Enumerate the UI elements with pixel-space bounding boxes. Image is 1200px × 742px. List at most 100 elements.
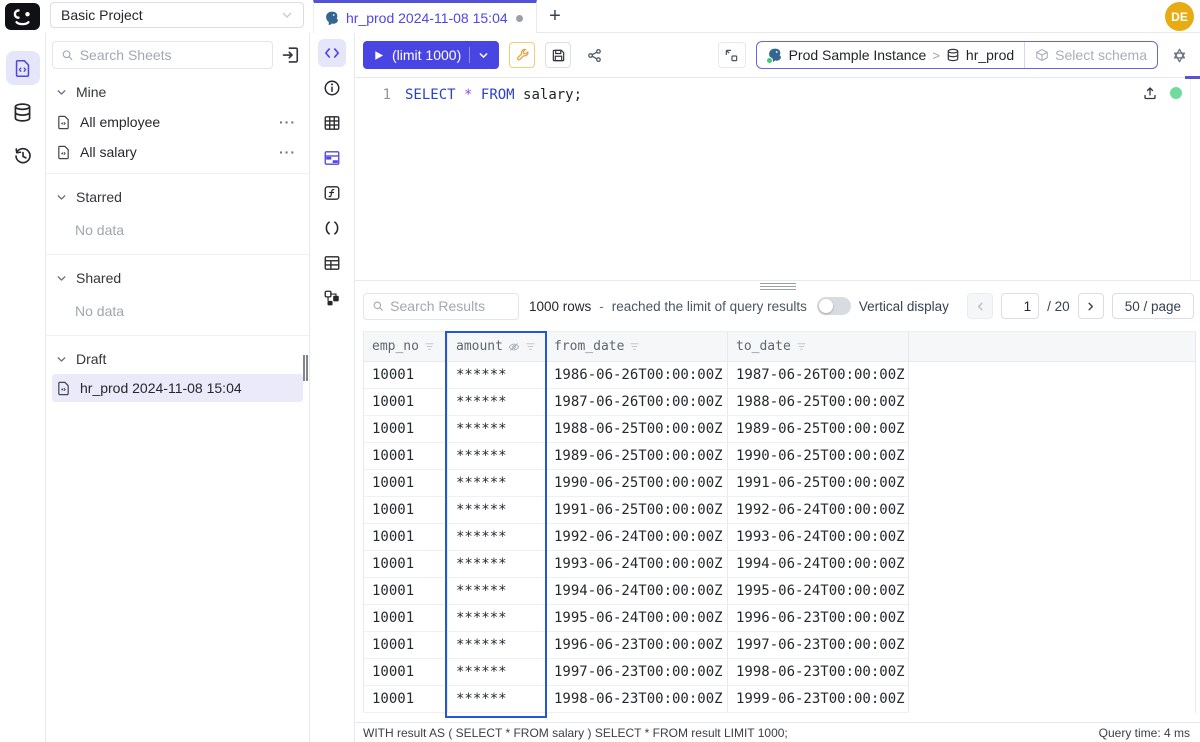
cell-amount[interactable]: ****** <box>448 389 546 416</box>
user-avatar[interactable]: DE <box>1165 2 1194 31</box>
cell-amount[interactable]: ****** <box>448 362 546 389</box>
cell-to_date[interactable]: 1996-06-23T00:00:00Z <box>728 605 909 632</box>
cell-emp_no[interactable]: 10001 <box>364 578 448 605</box>
cell-to_date[interactable]: 1995-06-24T00:00:00Z <box>728 578 909 605</box>
rail-worksheets-button[interactable] <box>6 51 40 85</box>
search-sheets-input-box[interactable] <box>52 41 273 69</box>
strip-schema-diagram-button[interactable] <box>318 284 346 312</box>
sql-editor[interactable]: 1 SELECT * FROM salary; <box>355 78 1200 281</box>
cell-amount[interactable]: ****** <box>448 524 546 551</box>
sheet-item-more-button[interactable]: ··· <box>279 144 296 160</box>
page-number-input[interactable] <box>1001 293 1039 319</box>
cell-from_date[interactable]: 1990-06-25T00:00:00Z <box>546 470 728 497</box>
search-results-input[interactable] <box>390 298 510 314</box>
column-header-from_date[interactable]: from_date <box>546 332 728 362</box>
column-header-emp_no[interactable]: emp_no <box>364 332 448 362</box>
project-select[interactable]: Basic Project <box>50 2 304 28</box>
cell-emp_no[interactable]: 10001 <box>364 632 448 659</box>
sheet-item-more-button[interactable]: ··· <box>279 114 296 130</box>
sort-funnel-icon[interactable] <box>424 341 435 352</box>
cell-emp_no[interactable]: 10001 <box>364 416 448 443</box>
cell-to_date[interactable]: 1987-06-26T00:00:00Z <box>728 362 909 389</box>
sort-funnel-icon[interactable] <box>525 341 536 352</box>
cell-from_date[interactable]: 1989-06-25T00:00:00Z <box>546 443 728 470</box>
cell-to_date[interactable]: 1988-06-25T00:00:00Z <box>728 389 909 416</box>
cell-amount[interactable]: ****** <box>448 497 546 524</box>
column-header-amount[interactable]: amount <box>448 332 546 362</box>
sort-funnel-icon[interactable] <box>796 341 807 352</box>
schema-compare-button[interactable] <box>718 42 746 68</box>
search-sheets-input[interactable] <box>80 47 264 63</box>
sheet-item-all-employee[interactable]: All employee ··· <box>46 107 309 137</box>
connection-select[interactable]: Prod Sample Instance > hr_prod <box>757 47 1025 63</box>
select-schema-dropdown[interactable]: Select schema <box>1024 42 1157 68</box>
cell-emp_no[interactable]: 10001 <box>364 659 448 686</box>
rail-databases-button[interactable] <box>6 95 40 129</box>
cell-to_date[interactable]: 1994-06-24T00:00:00Z <box>728 551 909 578</box>
cell-emp_no[interactable]: 10001 <box>364 524 448 551</box>
sheet-item-draft-current[interactable]: hr_prod 2024-11-08 15:04 <box>52 374 303 402</box>
cell-emp_no[interactable]: 10001 <box>364 605 448 632</box>
strip-sheets-button[interactable] <box>318 249 346 277</box>
cell-amount[interactable]: ****** <box>448 470 546 497</box>
panel-resize-handle[interactable] <box>303 355 309 381</box>
cell-amount[interactable]: ****** <box>448 416 546 443</box>
cell-amount[interactable]: ****** <box>448 578 546 605</box>
cell-emp_no[interactable]: 10001 <box>364 389 448 416</box>
cell-amount[interactable]: ****** <box>448 659 546 686</box>
cell-from_date[interactable]: 1994-06-24T00:00:00Z <box>546 578 728 605</box>
cell-amount[interactable]: ****** <box>448 686 546 713</box>
section-draft[interactable]: Draft <box>46 342 309 374</box>
cell-emp_no[interactable]: 10001 <box>364 551 448 578</box>
save-sheet-button[interactable] <box>545 42 571 68</box>
column-header-to_date[interactable]: to_date <box>728 332 909 362</box>
section-starred[interactable]: Starred <box>46 180 309 212</box>
strip-code-button[interactable] <box>318 39 346 67</box>
vertical-display-toggle[interactable] <box>817 297 851 315</box>
cell-from_date[interactable]: 1988-06-25T00:00:00Z <box>546 416 728 443</box>
cell-to_date[interactable]: 1990-06-25T00:00:00Z <box>728 443 909 470</box>
cell-to_date[interactable]: 1998-06-23T00:00:00Z <box>728 659 909 686</box>
sheet-item-all-salary[interactable]: All salary ··· <box>46 137 309 167</box>
cell-from_date[interactable]: 1997-06-23T00:00:00Z <box>546 659 728 686</box>
cell-amount[interactable]: ****** <box>448 632 546 659</box>
cell-emp_no[interactable]: 10001 <box>364 686 448 713</box>
cell-from_date[interactable]: 1996-06-23T00:00:00Z <box>546 632 728 659</box>
tab-worksheet[interactable]: hr_prod 2024-11-08 15:04 <box>313 0 537 33</box>
cell-from_date[interactable]: 1992-06-24T00:00:00Z <box>546 524 728 551</box>
section-shared[interactable]: Shared <box>46 261 309 293</box>
cell-amount[interactable]: ****** <box>448 551 546 578</box>
cell-emp_no[interactable]: 10001 <box>364 470 448 497</box>
strip-functions-button[interactable] <box>318 179 346 207</box>
new-tab-button[interactable]: + <box>537 0 573 32</box>
cell-from_date[interactable]: 1987-06-26T00:00:00Z <box>546 389 728 416</box>
cell-amount[interactable]: ****** <box>448 443 546 470</box>
share-sheet-button[interactable] <box>581 42 607 68</box>
cell-from_date[interactable]: 1993-06-24T00:00:00Z <box>546 551 728 578</box>
format-sql-button[interactable] <box>509 42 535 68</box>
sort-funnel-icon[interactable] <box>629 341 640 352</box>
search-results-input-box[interactable] <box>363 293 519 320</box>
section-mine[interactable]: Mine <box>46 75 309 107</box>
run-query-button[interactable]: (limit 1000) <box>363 41 499 69</box>
cell-to_date[interactable]: 1999-06-23T00:00:00Z <box>728 686 909 713</box>
strip-info-button[interactable] <box>318 74 346 102</box>
cell-to_date[interactable]: 1997-06-23T00:00:00Z <box>728 632 909 659</box>
strip-data-masking-button[interactable] <box>318 144 346 172</box>
upload-icon[interactable] <box>1142 85 1158 101</box>
cell-from_date[interactable]: 1995-06-24T00:00:00Z <box>546 605 728 632</box>
strip-tables-button[interactable] <box>318 109 346 137</box>
cell-to_date[interactable]: 1993-06-24T00:00:00Z <box>728 524 909 551</box>
strip-parens-button[interactable] <box>318 214 346 242</box>
cell-from_date[interactable]: 1991-06-25T00:00:00Z <box>546 497 728 524</box>
cell-to_date[interactable]: 1991-06-25T00:00:00Z <box>728 470 909 497</box>
cell-to_date[interactable]: 1989-06-25T00:00:00Z <box>728 416 909 443</box>
chevron-down-icon[interactable] <box>478 50 489 61</box>
cell-from_date[interactable]: 1998-06-23T00:00:00Z <box>546 686 728 713</box>
results-resize-handle[interactable] <box>760 283 796 290</box>
cell-emp_no[interactable]: 10001 <box>364 497 448 524</box>
cell-emp_no[interactable]: 10001 <box>364 443 448 470</box>
page-size-select[interactable]: 50 / page <box>1112 293 1194 319</box>
next-page-button[interactable] <box>1078 293 1104 319</box>
import-sheet-icon[interactable] <box>281 45 301 65</box>
